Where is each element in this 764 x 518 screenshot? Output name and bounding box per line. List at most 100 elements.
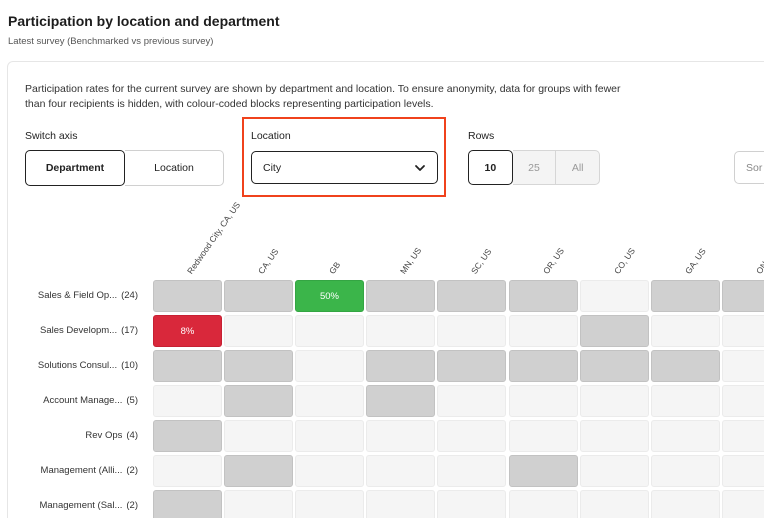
heatmap-cell [295,350,364,382]
department-name: Management (Sal... [39,500,123,511]
heatmap-cell [651,455,720,487]
heatmap-cell [580,455,649,487]
rows-10-button[interactable]: 10 [468,150,513,185]
heatmap-cell [580,350,649,382]
department-name: Account Manage... [43,395,123,406]
heatmap-cell [509,420,578,452]
heatmap-cell [509,315,578,347]
switch-axis-label: Switch axis [25,130,78,142]
heatmap-cell [722,350,764,382]
heatmap-cell [437,315,506,347]
heatmap-cell[interactable]: 50% [295,280,364,312]
heatmap-cell [295,455,364,487]
heatmap-cell [580,490,649,518]
heatmap-cell [224,420,293,452]
heatmap-cell [651,420,720,452]
heatmap-cell [295,420,364,452]
heatmap-cell [509,455,578,487]
department-name: Sales & Field Op... [37,290,118,301]
heatmap-cell [153,455,222,487]
heatmap-cell [509,385,578,417]
heatmap-cell [366,280,435,312]
page-title: Participation by location and department [8,13,280,29]
department-count: (2) [126,500,138,511]
row-label: Management (Alli... (2) [30,465,138,476]
department-count: (17) [121,325,138,336]
row-label: Solutions Consul... (10) [30,360,138,371]
row-label: Sales Developm... (17) [30,325,138,336]
heatmap-cell [224,280,293,312]
chevron-down-icon [415,165,425,171]
department-name: Sales Developm... [40,325,118,336]
heatmap-cell [651,350,720,382]
department-name: Solutions Consul... [37,360,118,371]
sort-select-text: Sor [746,161,763,174]
heatmap-cell [366,455,435,487]
heatmap-cell [722,280,764,312]
heatmap-cell [366,420,435,452]
heatmap-cell [295,315,364,347]
heatmap-cell [722,490,764,518]
heatmap-cell [366,490,435,518]
row-label: Rev Ops (4) [30,430,138,441]
heatmap-cell [153,385,222,417]
rows-25-button[interactable]: 25 [512,150,557,185]
row-label: Management (Sal... (2) [30,500,138,511]
heatmap-cell [651,385,720,417]
heatmap-cell [153,420,222,452]
heatmap-cell [437,455,506,487]
heatmap-cell [722,420,764,452]
heatmap-cell [580,315,649,347]
heatmap-cell [509,350,578,382]
location-select[interactable]: City [251,151,438,184]
location-label: Location [251,130,291,142]
heatmap-cell [580,420,649,452]
heatmap-cell [295,385,364,417]
heatmap-cell [153,350,222,382]
heatmap-cell [509,490,578,518]
heatmap-cell [651,280,720,312]
department-count: (2) [126,465,138,476]
heatmap-cell [437,420,506,452]
heatmap-cell [722,385,764,417]
row-label: Account Manage... (5) [30,395,138,406]
heatmap-cell [366,350,435,382]
heatmap-cell [437,490,506,518]
heatmap-cell [224,350,293,382]
participation-value: 8% [180,325,195,337]
heatmap-cell [366,315,435,347]
heatmap-cell [437,280,506,312]
switch-axis-department-button[interactable]: Department [25,150,125,186]
rows-label: Rows [468,130,495,142]
switch-axis-location-button[interactable]: Location [125,150,224,186]
page: Participation by location and department… [0,0,764,518]
heatmap-cell[interactable]: 8% [153,315,222,347]
heatmap-cell [722,455,764,487]
participation-value: 50% [319,290,339,302]
heatmap-cell [437,385,506,417]
sort-select[interactable]: Sor [734,151,764,184]
heatmap-cell [651,315,720,347]
heatmap-cell [580,385,649,417]
rows-selector: 10 25 All [468,150,601,185]
heatmap-cell [224,490,293,518]
description-text: Participation rates for the current surv… [25,83,621,110]
rows-all-button[interactable]: All [556,150,601,185]
heatmap-cell [509,280,578,312]
heatmap-cell [366,385,435,417]
switch-axis-toggle: Department Location [25,150,224,186]
heatmap-cell [153,490,222,518]
heatmap-cell [224,385,293,417]
heatmap-cell [224,455,293,487]
heatmap-cell [224,315,293,347]
row-label: Sales & Field Op... (24) [30,290,138,301]
department-count: (5) [126,395,138,406]
page-subtitle: Latest survey (Benchmarked vs previous s… [8,36,214,47]
department-name: Rev Ops [85,430,123,441]
heatmap-cell [722,315,764,347]
department-count: (10) [121,360,138,371]
heatmap-cell [580,280,649,312]
department-count: (4) [126,430,138,441]
heatmap-cell [437,350,506,382]
department-name: Management (Alli... [40,465,123,476]
